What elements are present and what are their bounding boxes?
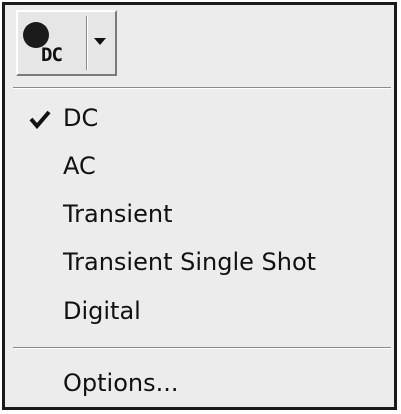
menu-item-transient-single-shot[interactable]: Transient Single Shot — [5, 239, 394, 285]
menu-item-label: AC — [63, 152, 96, 180]
checkmark-icon — [29, 110, 51, 129]
analysis-mode-menu-window: DC DC AC Transient Transient Single Shot… — [2, 2, 397, 410]
menu-item-options[interactable]: Options... — [5, 360, 394, 406]
chevron-down-icon[interactable] — [94, 38, 106, 45]
analysis-mode-dropdown-button[interactable]: DC — [16, 10, 117, 76]
menu-item-digital[interactable]: Digital — [5, 288, 394, 334]
menu-item-label: Transient Single Shot — [63, 248, 317, 276]
menu-divider — [13, 347, 391, 349]
menu-item-dc[interactable]: DC — [5, 95, 394, 141]
menu-item-ac[interactable]: AC — [5, 143, 394, 189]
toolbar-divider — [13, 87, 391, 89]
menu-item-label: Digital — [63, 297, 141, 325]
dc-icon-text: DC — [41, 44, 63, 66]
menu-item-label: Options... — [63, 369, 179, 397]
menu-item-label: Transient — [63, 200, 173, 228]
menu-item-label: DC — [63, 104, 99, 132]
dc-analysis-icon: DC — [20, 14, 82, 72]
menu-item-transient[interactable]: Transient — [5, 191, 394, 237]
button-separator — [86, 16, 88, 70]
